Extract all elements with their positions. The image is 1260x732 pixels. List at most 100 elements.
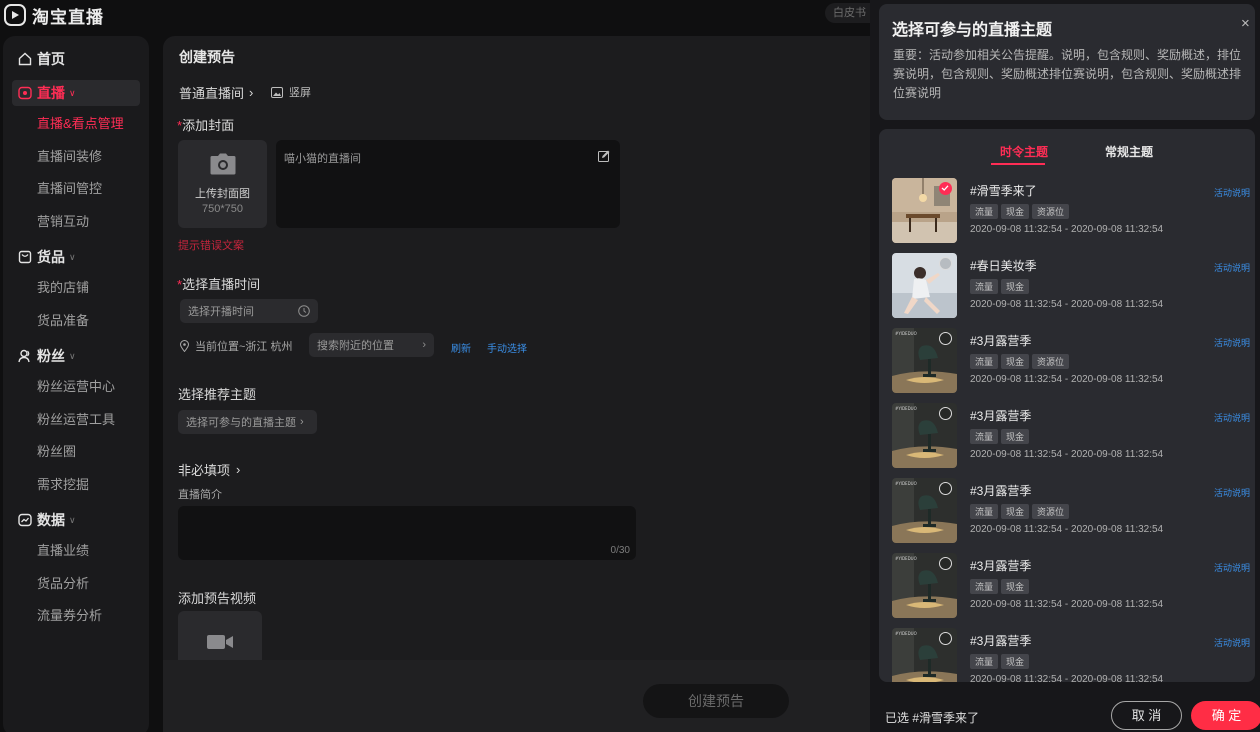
theme-tags: 流量 现金: [970, 579, 1030, 594]
sidebar-group-3[interactable]: 粉丝 ∨: [12, 343, 140, 369]
theme-time-range: 2020-09-08 11:32:54 - 2020-09-08 11:32:5…: [970, 374, 1164, 385]
optional-section-toggle[interactable]: 非必填项 ›: [178, 460, 240, 479]
theme-row[interactable]: #YIDEDUO #3月露营季 流量 现金 资源位 2020-09-08 11:32:54…: [879, 321, 1255, 396]
start-time-picker[interactable]: 选择开播时间: [180, 299, 318, 323]
live-title-field[interactable]: 喵小猫的直播间: [276, 140, 620, 228]
main-content: 创建预告 普通直播间 › 竖屏 *添加封面 上传封面图 750*750 喵小猫的…: [163, 36, 870, 732]
theme-tag: 现金: [1001, 579, 1030, 594]
theme-row[interactable]: #YIDEDUO #3月露营季 流量 现金 2020-09-08 11:32:54 - …: [879, 546, 1255, 621]
theme-tag: 资源位: [1032, 504, 1070, 519]
theme-time-range: 2020-09-08 11:32:54 - 2020-09-08 11:32:5…: [970, 449, 1164, 460]
tab-regular-themes[interactable]: 常规主题: [1105, 143, 1153, 160]
theme-tags: 流量 现金: [970, 279, 1030, 294]
radio-icon[interactable]: [939, 632, 952, 645]
tab-seasonal-themes[interactable]: 时令主题: [1000, 143, 1048, 160]
location-search-placeholder: 搜索附近的位置: [317, 340, 394, 352]
sidebar-group-4[interactable]: 数据 ∨: [12, 507, 140, 533]
choose-theme-button[interactable]: 选择可参与的直播主题 ›: [178, 410, 317, 434]
time-label: 选择直播时间: [182, 277, 261, 292]
video-label: 添加预告视频: [178, 591, 257, 606]
sidebar-group-1[interactable]: 直播 ∨: [12, 80, 140, 106]
theme-tag: 现金: [1001, 279, 1030, 294]
cover-label: 添加封面: [182, 118, 235, 133]
top-bar: 淘宝直播 白皮书: [0, 0, 885, 30]
orientation-toggle[interactable]: 竖屏: [271, 84, 311, 100]
location-search-input[interactable]: 搜索附近的位置 ›: [309, 333, 434, 357]
live-type-selector[interactable]: 普通直播间 ›: [179, 83, 253, 102]
theme-row[interactable]: #YIDEDUO #3月露营季 流量 现金 资源位 2020-09-08 11:32:54…: [879, 471, 1255, 546]
sidebar-item[interactable]: 货品准备: [3, 305, 149, 338]
location-pin-icon: [180, 340, 189, 352]
live-title-value: 喵小猫的直播间: [284, 153, 361, 165]
sidebar-item[interactable]: 粉丝运营工具: [3, 404, 149, 437]
cover-error-text: 提示错误文案: [178, 240, 244, 252]
video-camera-icon: [207, 633, 233, 651]
clock-icon: [298, 305, 310, 317]
sidebar-item[interactable]: 流量券分析: [3, 600, 149, 633]
sidebar-item[interactable]: 直播业绩: [3, 535, 149, 568]
upload-cover-size: 750*750: [202, 203, 243, 215]
sidebar-item[interactable]: 直播间装修: [3, 141, 149, 174]
theme-tags: 流量 现金: [970, 654, 1030, 669]
activity-info-link[interactable]: 活动说明: [1214, 411, 1250, 424]
theme-tabs: 时令主题 常规主题: [879, 143, 1255, 167]
radio-icon[interactable]: [939, 557, 952, 570]
orientation-label: 竖屏: [289, 87, 311, 99]
cover-upload-button[interactable]: 上传封面图 750*750: [178, 140, 267, 228]
sidebar-group-2[interactable]: 货品 ∨: [12, 244, 140, 270]
camera-icon: [210, 153, 236, 175]
close-icon[interactable]: ×: [1241, 15, 1250, 32]
activity-info-link[interactable]: 活动说明: [1214, 261, 1250, 274]
panel-header: 选择可参与的直播主题 × 重要：活动参加相关公告提醒。说明，包含规则、奖励概述，…: [879, 4, 1255, 120]
manual-select-link[interactable]: 手动选择: [487, 340, 527, 355]
sidebar-group-label: 数据: [37, 512, 65, 528]
activity-info-link[interactable]: 活动说明: [1214, 336, 1250, 349]
sidebar-item[interactable]: 粉丝运营中心: [3, 371, 149, 404]
footer-bar: 创建预告: [163, 660, 870, 732]
sidebar-item[interactable]: 直播间管控: [3, 173, 149, 206]
app-logo: 淘宝直播: [4, 3, 104, 28]
theme-tags: 流量 现金: [970, 429, 1030, 444]
selected-theme-text: 已选 #滑雪季来了: [885, 711, 980, 725]
create-preview-button[interactable]: 创建预告: [643, 684, 789, 718]
page-title: 创建预告: [179, 49, 235, 65]
activity-info-link[interactable]: 活动说明: [1214, 561, 1250, 574]
sidebar-item[interactable]: 货品分析: [3, 568, 149, 601]
radio-icon[interactable]: [939, 257, 952, 270]
intro-textarea[interactable]: 0/30: [178, 506, 636, 560]
activity-info-link[interactable]: 活动说明: [1214, 486, 1250, 499]
sidebar-group-0[interactable]: 首页: [12, 46, 140, 72]
sidebar-item[interactable]: 直播&看点管理: [3, 108, 149, 141]
sidebar-item[interactable]: 营销互动: [3, 206, 149, 239]
play-logo-icon: [4, 4, 26, 26]
start-time-placeholder: 选择开播时间: [188, 306, 254, 318]
theme-row[interactable]: #滑雪季来了 流量 现金 资源位 2020-09-08 11:32:54 - 2020-…: [879, 171, 1255, 246]
radio-icon[interactable]: [939, 407, 952, 420]
theme-row[interactable]: #YIDEDUO #3月露营季 流量 现金 2020-09-08 11:32:54 - …: [879, 396, 1255, 471]
cancel-button[interactable]: 取 消: [1111, 701, 1182, 730]
activity-info-link[interactable]: 活动说明: [1214, 636, 1250, 649]
checked-radio-icon[interactable]: [939, 182, 952, 195]
intro-label: 直播简介: [178, 489, 222, 501]
sidebar-item[interactable]: 粉丝圈: [3, 436, 149, 469]
chevron-right-icon: ›: [236, 462, 241, 477]
sidebar-item[interactable]: 需求挖掘: [3, 469, 149, 502]
chevron-right-icon: ›: [300, 416, 304, 428]
intro-counter: 0/30: [610, 545, 630, 556]
theme-tag: 现金: [1001, 504, 1030, 519]
panel-title: 选择可参与的直播主题: [892, 22, 1053, 39]
chevron-down-icon: ∨: [69, 350, 76, 361]
theme-row[interactable]: #春日美妆季 流量 现金 2020-09-08 11:32:54 - 2020-09-…: [879, 246, 1255, 321]
radio-icon[interactable]: [939, 482, 952, 495]
theme-time-range: 2020-09-08 11:32:54 - 2020-09-08 11:32:5…: [970, 299, 1164, 310]
theme-name: #3月露营季: [970, 634, 1032, 648]
activity-info-link[interactable]: 活动说明: [1214, 186, 1250, 199]
theme-tag: 流量: [970, 504, 999, 519]
live-icon: [18, 86, 32, 100]
refresh-link[interactable]: 刷新: [451, 340, 471, 355]
radio-icon[interactable]: [939, 332, 952, 345]
confirm-button[interactable]: 确 定: [1191, 701, 1260, 730]
sidebar-item[interactable]: 我的店铺: [3, 272, 149, 305]
edit-icon[interactable]: [598, 149, 610, 167]
theme-row[interactable]: #YIDEDUO #3月露营季 流量 现金 2020-09-08 11:32:54 - …: [879, 621, 1255, 682]
